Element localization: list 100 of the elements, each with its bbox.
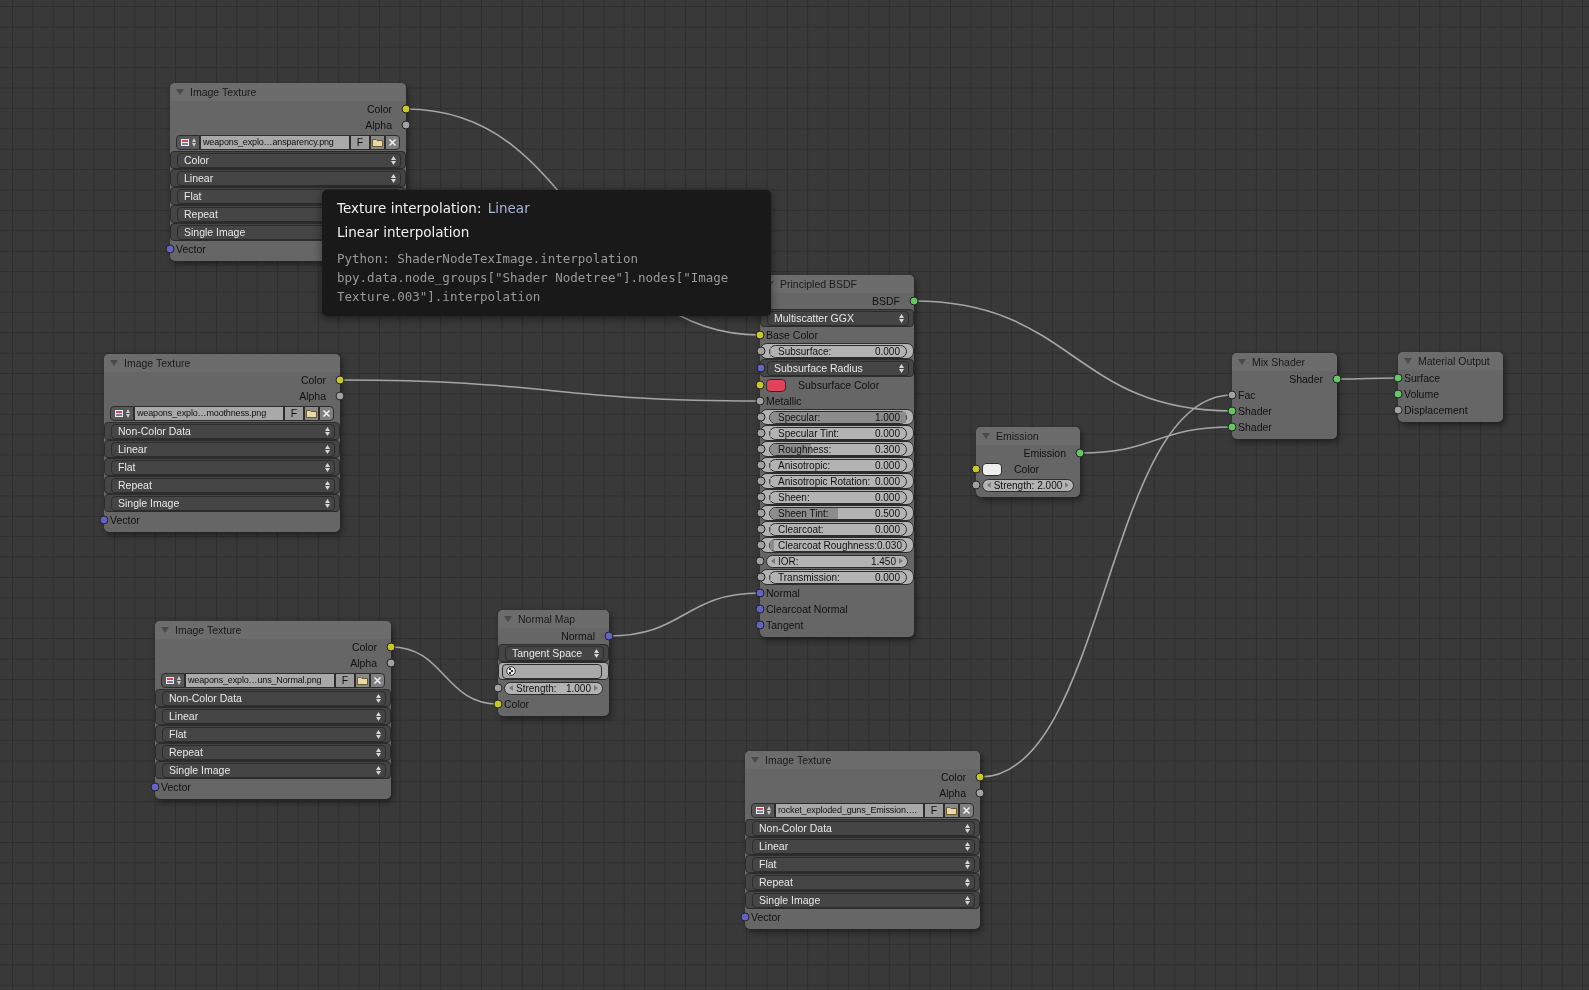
image-browse-button[interactable] <box>751 802 775 818</box>
socket-dot[interactable] <box>756 524 766 534</box>
dropdown-menu[interactable]: Linear <box>752 838 975 854</box>
socket-dot[interactable] <box>755 556 765 566</box>
socket-dot[interactable] <box>756 476 766 486</box>
value-slider[interactable]: Roughness: 0.300 <box>769 442 907 456</box>
socket-dot[interactable] <box>604 631 614 641</box>
socket-dot[interactable] <box>150 782 160 792</box>
socket-dot[interactable] <box>1332 374 1342 384</box>
socket-dot[interactable] <box>386 642 396 652</box>
fake-user-button[interactable]: F <box>924 802 944 818</box>
value-slider[interactable]: Clearcoat Roughness:0.030 <box>769 538 907 552</box>
dropdown-menu[interactable]: Repeat <box>111 477 335 493</box>
unlink-button[interactable] <box>370 672 385 688</box>
socket-dot[interactable] <box>755 620 765 630</box>
socket-dot[interactable] <box>1075 448 1085 458</box>
number-field[interactable]: Strength: 1.000 <box>504 681 603 695</box>
socket-dot[interactable] <box>756 508 766 518</box>
socket-dot[interactable] <box>1227 422 1237 432</box>
socket-dot[interactable] <box>756 492 766 502</box>
socket-dot[interactable] <box>975 788 985 798</box>
socket-dot[interactable] <box>756 428 766 438</box>
socket-dot[interactable] <box>493 699 503 709</box>
dropdown-menu[interactable]: Repeat <box>752 874 975 890</box>
socket-dot[interactable] <box>971 480 981 490</box>
value-slider[interactable]: Specular: 1.000 <box>769 410 907 424</box>
dropdown-menu[interactable]: Flat <box>752 856 975 872</box>
value-slider[interactable]: Clearcoat: 0.000 <box>769 522 907 536</box>
unlink-button[interactable] <box>385 134 400 150</box>
dropdown-menu[interactable]: Non-Color Data <box>162 690 386 706</box>
fake-user-button[interactable]: F <box>335 672 355 688</box>
dropdown-menu[interactable]: Flat <box>111 459 335 475</box>
color-swatch[interactable] <box>766 378 786 392</box>
dropdown-menu[interactable]: Single Image <box>752 892 975 908</box>
value-slider[interactable]: Transmission: 0.000 <box>769 570 907 584</box>
value-slider[interactable]: Anisotropic Rotation: 0.000 <box>769 474 907 488</box>
socket-dot[interactable] <box>756 412 766 422</box>
socket-dot[interactable] <box>971 464 981 474</box>
socket-dot[interactable] <box>755 380 765 390</box>
unlink-button[interactable] <box>959 802 974 818</box>
socket-dot[interactable] <box>909 296 919 306</box>
socket-dot[interactable] <box>975 772 985 782</box>
number-field[interactable]: IOR: 1.450 <box>766 554 908 568</box>
dropdown-menu[interactable]: Linear <box>177 170 401 186</box>
socket-dot[interactable] <box>493 683 503 693</box>
socket-dot[interactable] <box>1393 405 1403 415</box>
socket-dot[interactable] <box>99 515 109 525</box>
socket-dot[interactable] <box>1227 406 1237 416</box>
image-name-field[interactable]: weapons_explo…moothness.png <box>134 405 284 421</box>
value-slider[interactable]: Specular Tint: 0.000 <box>769 426 907 440</box>
socket-dot[interactable] <box>335 391 345 401</box>
dropdown-menu[interactable]: Multiscatter GGX <box>767 310 909 326</box>
open-file-button[interactable] <box>370 134 385 150</box>
socket-dot[interactable] <box>756 363 766 373</box>
socket-dot[interactable] <box>1393 373 1403 383</box>
socket-dot[interactable] <box>756 460 766 470</box>
dropdown-menu[interactable]: Linear <box>111 441 335 457</box>
dropdown-menu[interactable]: Color <box>177 152 401 168</box>
socket-dot[interactable] <box>756 444 766 454</box>
value-slider[interactable]: Anisotropic: 0.000 <box>769 458 907 472</box>
dropdown-menu[interactable]: Repeat <box>162 744 386 760</box>
image-name-field[interactable]: weapons_explo…ansparency.png <box>200 134 350 150</box>
number-field[interactable]: Strength: 2.000 <box>982 478 1074 492</box>
socket-dot[interactable] <box>401 104 411 114</box>
socket-dot[interactable] <box>740 912 750 922</box>
socket-dot[interactable] <box>386 658 396 668</box>
socket-dot[interactable] <box>401 120 411 130</box>
socket-dot[interactable] <box>755 330 765 340</box>
socket-dot[interactable] <box>756 572 766 582</box>
fake-user-button[interactable]: F <box>350 134 370 150</box>
fake-user-button[interactable]: F <box>284 405 304 421</box>
socket-dot[interactable] <box>755 396 765 406</box>
open-file-button[interactable] <box>944 802 959 818</box>
image-browse-button[interactable] <box>176 134 200 150</box>
dropdown-menu[interactable]: Non-Color Data <box>752 820 975 836</box>
socket-dot[interactable] <box>755 588 765 598</box>
socket-dot[interactable] <box>1227 390 1237 400</box>
image-browse-button[interactable] <box>110 405 134 421</box>
value-slider[interactable]: Sheen Tint: 0.500 <box>769 506 907 520</box>
open-file-button[interactable] <box>355 672 370 688</box>
color-swatch[interactable] <box>982 462 1002 476</box>
socket-dot[interactable] <box>755 604 765 614</box>
image-browse-button[interactable] <box>161 672 185 688</box>
dropdown-menu[interactable]: Flat <box>162 726 386 742</box>
image-name-field[interactable]: rocket_exploded_guns_Emission…. <box>775 802 924 818</box>
socket-dot[interactable] <box>335 375 345 385</box>
unlink-button[interactable] <box>319 405 334 421</box>
open-file-button[interactable] <box>304 405 319 421</box>
dropdown-menu[interactable]: Linear <box>162 708 386 724</box>
uv-map-field[interactable] <box>502 663 602 679</box>
value-slider[interactable]: Subsurface: 0.000 <box>769 344 907 358</box>
value-slider[interactable]: Sheen: 0.000 <box>769 490 907 504</box>
socket-dot[interactable] <box>756 346 766 356</box>
dropdown-menu[interactable]: Tangent Space <box>505 645 604 661</box>
socket-dot[interactable] <box>756 540 766 550</box>
dropdown-menu[interactable]: Single Image <box>111 495 335 511</box>
dropdown-menu[interactable]: Single Image <box>162 762 386 778</box>
dropdown-menu[interactable]: Subsurface Radius <box>767 360 909 376</box>
image-name-field[interactable]: weapons_explo…uns_Normal.png <box>185 672 335 688</box>
socket-dot[interactable] <box>165 244 175 254</box>
